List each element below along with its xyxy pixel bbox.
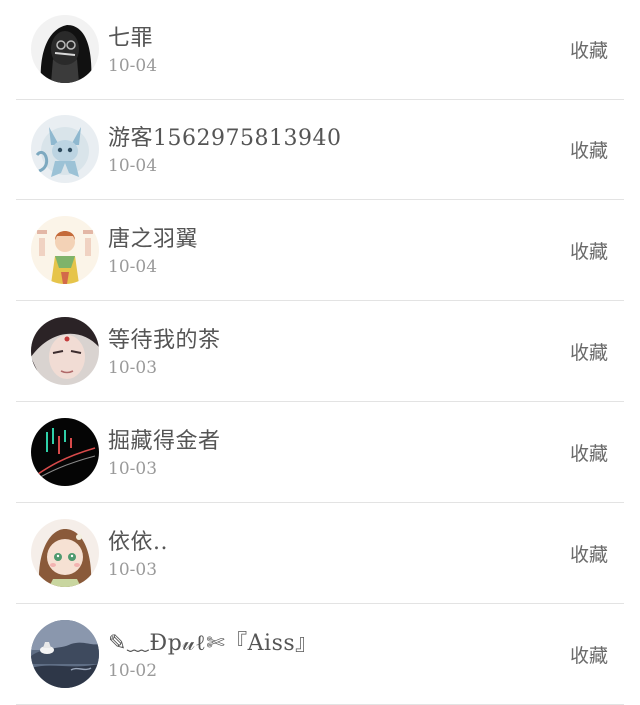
avatar[interactable]	[31, 15, 99, 83]
list-item[interactable]: 唐之羽翼 10-04 收藏	[16, 201, 624, 301]
user-name: 唐之羽翼	[108, 227, 199, 252]
favorite-date: 10-03	[108, 358, 158, 378]
avatar[interactable]	[31, 216, 99, 284]
avatar[interactable]	[31, 620, 99, 688]
favorite-date: 10-03	[108, 459, 158, 479]
stock-chart-icon	[31, 418, 99, 486]
favorite-button[interactable]: 收藏	[570, 338, 608, 365]
list-item[interactable]: 掘藏得金者 10-03 收藏	[16, 403, 624, 503]
favorite-date: 10-03	[108, 560, 158, 580]
favorite-date: 10-02	[108, 661, 158, 681]
user-name: 掘藏得金者	[108, 429, 221, 454]
user-name: 等待我的茶	[108, 328, 221, 353]
favorite-date: 10-04	[108, 56, 158, 76]
favorites-user-list: 七罪 10-04 收藏 游客1562975813940 10-04 收藏 唐之羽…	[0, 0, 640, 705]
user-name: 依依..	[108, 530, 168, 555]
favorite-button[interactable]: 收藏	[570, 136, 608, 163]
dark-portrait-icon	[31, 15, 99, 83]
favorite-button[interactable]: 收藏	[570, 36, 608, 63]
blue-creature-icon	[31, 115, 99, 183]
anime-girl-icon	[31, 216, 99, 284]
favorite-button[interactable]: 收藏	[570, 540, 608, 567]
user-name: ✎﹏Ɖp𝓊ℓ✄『Aiss』	[108, 631, 318, 656]
user-name: 游客1562975813940	[108, 126, 342, 151]
user-name: 七罪	[108, 26, 154, 51]
chibi-girl-icon	[31, 519, 99, 587]
list-item[interactable]: 七罪 10-04 收藏	[16, 0, 624, 100]
avatar[interactable]	[31, 418, 99, 486]
list-item[interactable]: 等待我的茶 10-03 收藏	[16, 302, 624, 402]
favorite-button[interactable]: 收藏	[570, 439, 608, 466]
anime-man-icon	[31, 317, 99, 385]
favorite-button[interactable]: 收藏	[570, 237, 608, 264]
favorite-button[interactable]: 收藏	[570, 641, 608, 668]
avatar[interactable]	[31, 519, 99, 587]
list-item[interactable]: ✎﹏Ɖp𝓊ℓ✄『Aiss』 10-02 收藏	[16, 605, 624, 705]
favorite-date: 10-04	[108, 257, 158, 277]
list-item[interactable]: 依依.. 10-03 收藏	[16, 504, 624, 604]
avatar[interactable]	[31, 115, 99, 183]
list-item[interactable]: 游客1562975813940 10-04 收藏	[16, 100, 624, 200]
favorite-date: 10-04	[108, 156, 158, 176]
landscape-icon	[31, 620, 99, 688]
avatar[interactable]	[31, 317, 99, 385]
